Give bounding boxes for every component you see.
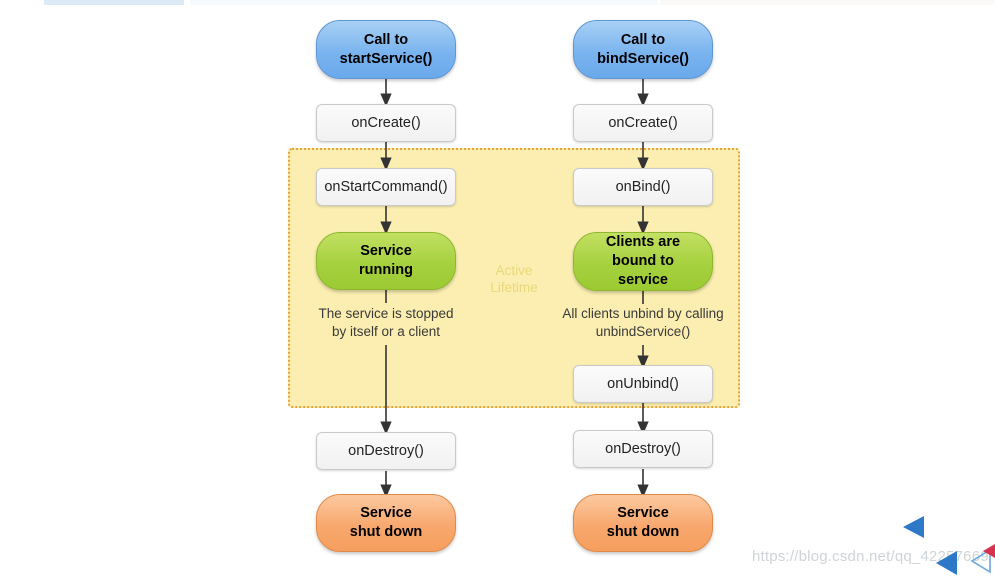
node-label: onStartCommand() — [324, 179, 448, 195]
node-label: Service shut down — [349, 505, 423, 540]
node-clients-bound-to-service[interactable]: Clients are bound to service — [573, 232, 713, 291]
node-right-on-destroy[interactable]: onDestroy() — [573, 430, 713, 468]
node-label: onBind() — [615, 179, 671, 195]
node-label: onUnbind() — [607, 376, 679, 392]
node-right-service-shut-down[interactable]: Service shut down — [573, 494, 713, 552]
node-label: onDestroy() — [348, 443, 424, 459]
triangle-left-filled-icon — [903, 516, 924, 538]
node-on-unbind[interactable]: onUnbind() — [573, 365, 713, 403]
node-call-to-bind-service[interactable]: Call to bindService() — [573, 20, 713, 79]
node-label: onCreate() — [351, 115, 421, 131]
node-left-on-create[interactable]: onCreate() — [316, 104, 456, 142]
node-label: Call to startService() — [339, 31, 433, 67]
node-left-service-shut-down[interactable]: Service shut down — [316, 494, 456, 552]
diagram-canvas: Active Lifetime Call to startService() o… — [0, 0, 995, 580]
node-on-bind[interactable]: onBind() — [573, 168, 713, 206]
node-label: Call to bindService() — [597, 31, 689, 67]
annotation-clients-unbind: All clients unbind by calling unbindServ… — [562, 306, 724, 339]
node-on-start-command[interactable]: onStartCommand() — [316, 168, 456, 206]
mountain-icon — [936, 551, 957, 575]
triangle-left-red-icon — [983, 544, 995, 558]
node-right-on-create[interactable]: onCreate() — [573, 104, 713, 142]
node-call-to-start-service[interactable]: Call to startService() — [316, 20, 456, 79]
node-label: Service running — [359, 243, 413, 278]
annotation-service-stopped: The service is stopped by itself or a cl… — [318, 306, 454, 339]
connector-arrows — [380, 79, 649, 498]
node-label: onDestroy() — [605, 441, 681, 457]
csdn-watermark-marks — [903, 516, 995, 575]
node-label: onCreate() — [608, 115, 678, 131]
node-service-running[interactable]: Service running — [316, 232, 456, 290]
node-label: Service shut down — [606, 505, 680, 540]
node-left-on-destroy[interactable]: onDestroy() — [316, 432, 456, 470]
node-label: Clients are bound to service — [605, 234, 681, 288]
